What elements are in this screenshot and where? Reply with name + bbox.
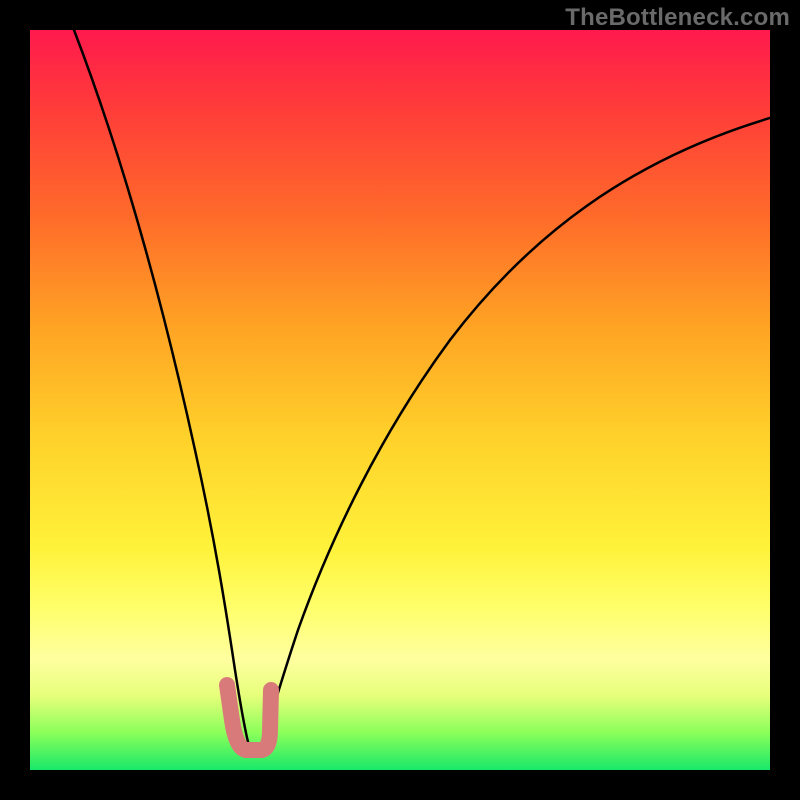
bottleneck-curve: [74, 30, 770, 752]
chart-frame: TheBottleneck.com: [0, 0, 800, 800]
watermark-text: TheBottleneck.com: [565, 4, 790, 32]
curve-layer: [30, 30, 770, 770]
plot-area: [30, 30, 770, 770]
highlight-region: [227, 685, 271, 750]
